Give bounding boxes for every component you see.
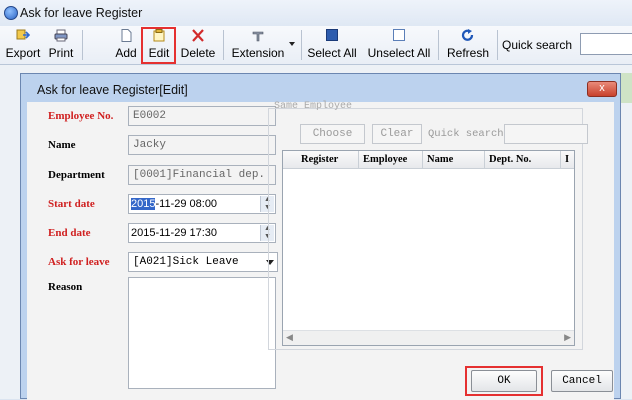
name-label: Name <box>48 139 76 151</box>
reason-textarea[interactable] <box>128 277 276 389</box>
start-date-text: -11-29 08:00 <box>155 198 218 210</box>
print-button[interactable]: Print <box>43 26 79 64</box>
end-date-label: End date <box>48 227 91 239</box>
select-all-label: Select All <box>307 46 357 60</box>
chevron-down-icon <box>289 42 295 46</box>
same-employee-quick-search-label: Quick search <box>428 128 504 140</box>
refresh-icon <box>461 29 474 41</box>
same-employee-grid[interactable]: Register Employee Name Dept. No. I ◀ ▶ <box>282 150 575 346</box>
leave-type-select[interactable]: [A021]Sick Leave <box>128 252 278 272</box>
delete-icon <box>192 29 204 42</box>
column-header-truncated[interactable]: I <box>561 151 574 168</box>
ok-highlight-box <box>465 366 543 396</box>
ask-for-leave-label: Ask for leave <box>48 256 110 268</box>
export-button[interactable]: Export <box>3 26 43 64</box>
column-header-employee[interactable]: Employee <box>359 151 423 168</box>
column-header-dept-no[interactable]: Dept. No. <box>485 151 561 168</box>
delete-label: Delete <box>180 46 216 60</box>
grid-header: Register Employee Name Dept. No. I <box>283 151 574 169</box>
toolbar-separator <box>301 30 302 60</box>
column-header-register[interactable]: Register <box>297 151 359 168</box>
department-field: [0001]Financial dep. <box>128 165 276 185</box>
tools-icon <box>252 31 264 42</box>
add-label: Add <box>115 46 137 60</box>
refresh-label: Refresh <box>446 46 490 60</box>
leave-type-value: [A021]Sick Leave <box>133 256 239 268</box>
unselect-all-label: Unselect All <box>367 46 431 60</box>
clear-button[interactable]: Clear <box>372 124 422 144</box>
same-employee-quick-search-input[interactable] <box>504 124 588 144</box>
toolbar-separator <box>82 30 83 60</box>
reason-label: Reason <box>48 281 83 293</box>
start-date-selected-text: 2015 <box>131 198 156 210</box>
close-button[interactable]: x <box>587 81 617 97</box>
new-document-icon <box>121 29 132 42</box>
export-label: Export <box>5 46 41 60</box>
printer-icon <box>54 29 68 42</box>
start-date-label: Start date <box>48 198 95 210</box>
select-all-button[interactable]: Select All <box>304 26 360 64</box>
employee-no-field: E0002 <box>128 106 276 126</box>
toolbar-separator <box>223 30 224 60</box>
name-field: Jacky <box>128 135 276 155</box>
edit-highlight-box <box>141 27 176 64</box>
extension-dropdown[interactable] <box>287 26 297 64</box>
background-column-strip <box>621 73 632 103</box>
quick-search-input[interactable] <box>580 33 632 55</box>
toolbar-separator <box>438 30 439 60</box>
unselect-all-button[interactable]: Unselect All <box>364 26 434 64</box>
end-date-field[interactable]: 2015-11-29 17:30 ▲ ▼ <box>128 223 276 243</box>
delete-button[interactable]: Delete <box>178 26 218 64</box>
refresh-button[interactable]: Refresh <box>442 26 494 64</box>
dialog-title: Ask for leave Register[Edit] <box>37 83 188 97</box>
end-date-text: 2015-11-29 17:30 <box>131 227 218 239</box>
empty-box-icon <box>393 29 405 41</box>
export-icon <box>16 29 30 40</box>
add-button[interactable]: Add <box>111 26 141 64</box>
close-icon: x <box>599 82 605 94</box>
start-date-field[interactable]: 2015-11-29 08:00 ▲ ▼ <box>128 194 276 214</box>
department-label: Department <box>48 169 105 181</box>
toolbar-separator <box>497 30 498 60</box>
quick-search-label: Quick search <box>502 38 573 52</box>
scroll-right-icon[interactable]: ▶ <box>564 332 571 343</box>
title-bar: Ask for leave Register <box>0 0 632 26</box>
extension-button[interactable]: Extension <box>229 26 287 64</box>
extension-label: Extension <box>231 46 285 60</box>
print-label: Print <box>48 46 74 60</box>
scroll-left-icon[interactable]: ◀ <box>286 332 293 343</box>
horizontal-scrollbar[interactable]: ◀ ▶ <box>283 330 574 345</box>
app-icon <box>4 6 18 20</box>
checked-box-icon <box>326 29 338 41</box>
cancel-button[interactable]: Cancel <box>551 370 613 392</box>
same-employee-legend: Same Employee <box>274 101 353 112</box>
choose-button[interactable]: Choose <box>300 124 365 144</box>
column-header-name[interactable]: Name <box>423 151 485 168</box>
window-title: Ask for leave Register <box>20 6 143 20</box>
employee-no-label: Employee No. <box>48 110 114 122</box>
